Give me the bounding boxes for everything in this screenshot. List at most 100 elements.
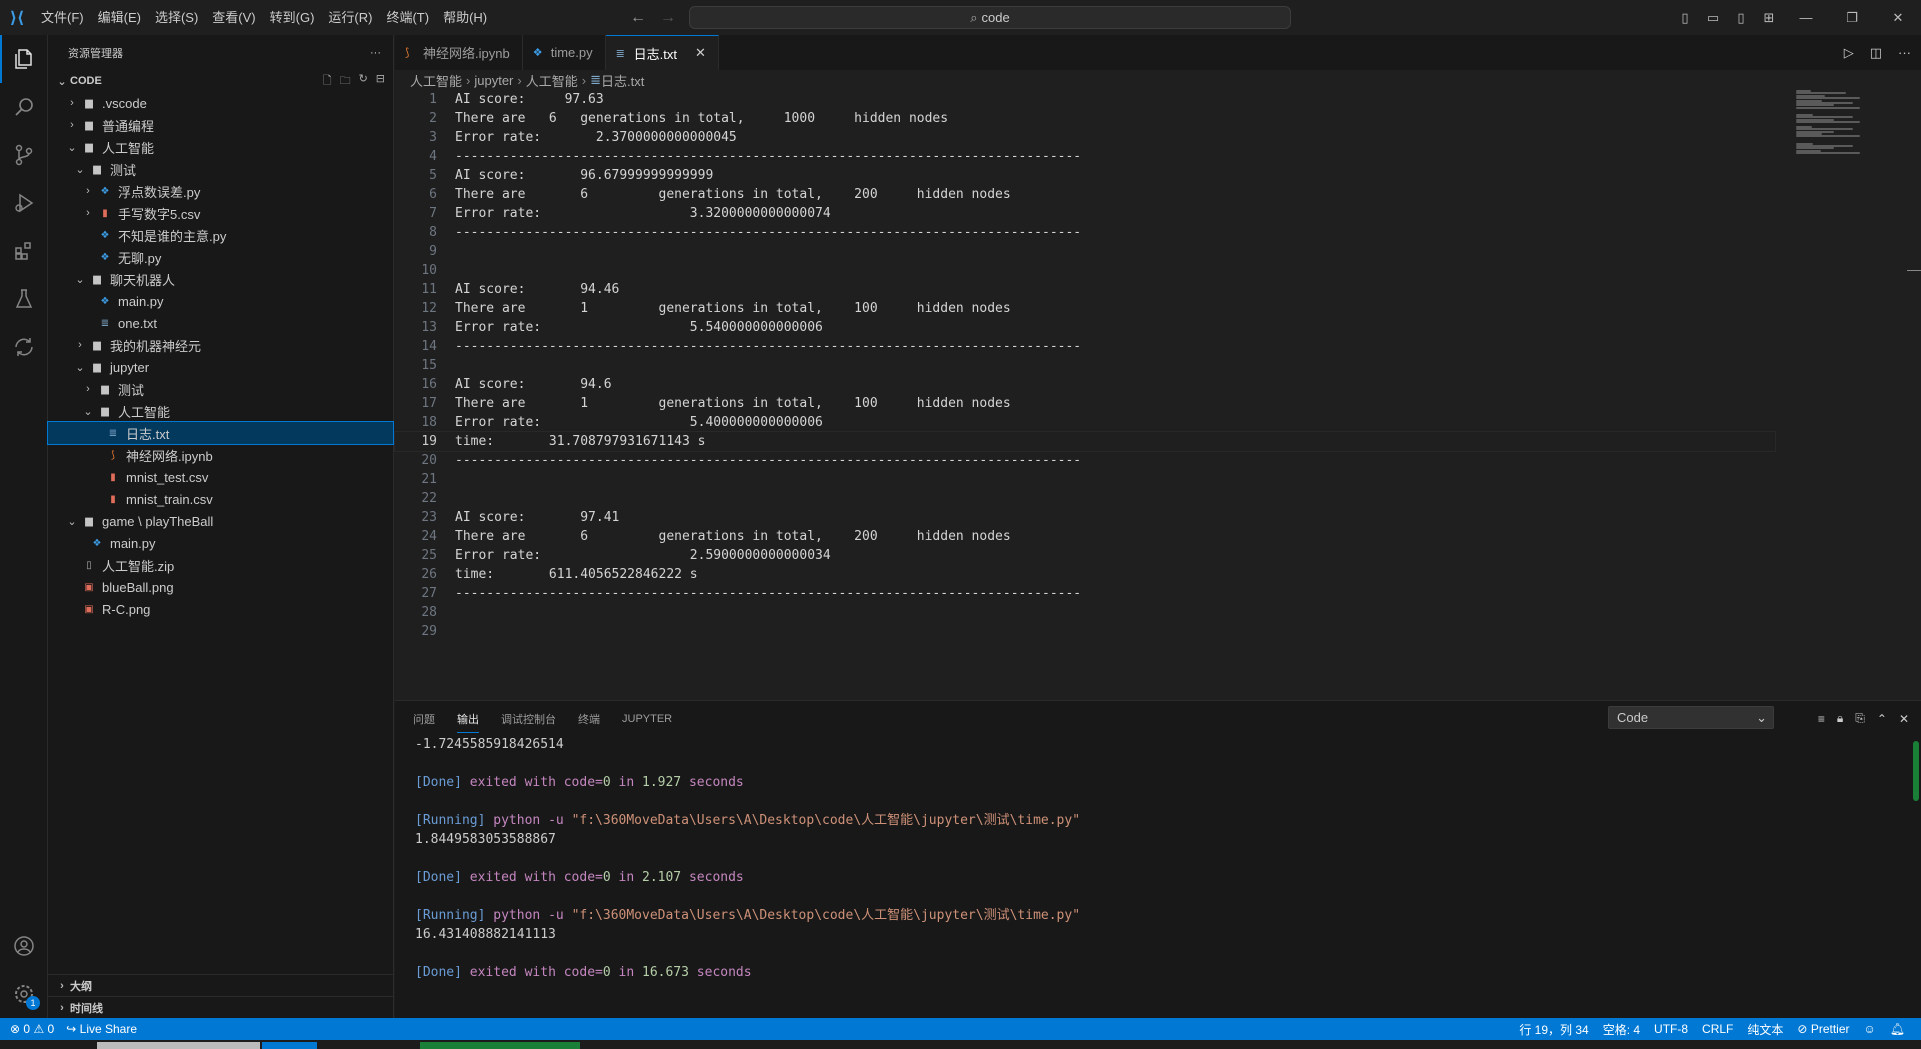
tree-item[interactable]: ⌄ ▆ 测试	[48, 158, 393, 180]
code-line[interactable]: 14 --------------------------------------…	[395, 337, 1775, 356]
code-line[interactable]: 4 ---------------------------------------…	[395, 147, 1775, 166]
code-line[interactable]: 18 Error rate: 5.400000000000006	[395, 413, 1775, 432]
tab-txt[interactable]: ≣ 日志.txt ✕	[605, 35, 719, 70]
tree-item[interactable]: › ❖ 浮点数误差.py	[48, 180, 393, 202]
taskbar-item[interactable]	[97, 1042, 260, 1049]
extensions-icon[interactable]	[0, 227, 48, 275]
tree-item[interactable]: ▯ 人工智能.zip	[48, 554, 393, 576]
menu-item[interactable]: 终端(T)	[379, 0, 436, 35]
tree-item[interactable]: ⌄ ▆ 人工智能	[48, 400, 393, 422]
code-line[interactable]: 13 Error rate: 5.540000000000006	[395, 318, 1775, 337]
tree-item[interactable]: ❖ 无聊.py	[48, 246, 393, 268]
menu-item[interactable]: 查看(V)	[205, 0, 262, 35]
maximize-panel-icon[interactable]: ⌃	[1877, 712, 1887, 726]
code-line[interactable]: 17 There are 1 generations in total, 100 …	[395, 394, 1775, 413]
code-line[interactable]: 26 time: 611.4056522846222 s	[395, 565, 1775, 584]
tree-item[interactable]: ▮ mnist_test.csv	[48, 466, 393, 488]
refresh-icon[interactable]: ↻	[359, 72, 368, 91]
run-debug-icon[interactable]	[0, 179, 48, 227]
account-icon[interactable]	[0, 922, 48, 970]
close-icon[interactable]: ✕	[695, 45, 706, 61]
output-view[interactable]: -1.7245585918426514 [Done] exited with co…	[415, 735, 1080, 982]
code-line[interactable]: 9	[395, 242, 1775, 261]
timeline-section-header[interactable]: › 时间线	[48, 996, 394, 1018]
code-line[interactable]: 25 Error rate: 2.5900000000000034	[395, 546, 1775, 565]
explorer-icon[interactable]	[0, 35, 48, 83]
tree-item[interactable]: ⌄ ▆ 聊天机器人	[48, 268, 393, 290]
menu-item[interactable]: 编辑(E)	[91, 0, 148, 35]
code-line[interactable]: 24 There are 6 generations in total, 200 …	[395, 527, 1775, 546]
lock-scroll-icon[interactable]: 🔒︎	[1837, 711, 1843, 726]
more-actions-icon[interactable]: ···	[1898, 45, 1911, 60]
more-actions-icon[interactable]: ···	[370, 47, 381, 59]
code-line[interactable]: 22	[395, 489, 1775, 508]
tree-item[interactable]: › ▮ 手写数字5.csv	[48, 202, 393, 224]
breadcrumb-item[interactable]: 日志.txt	[601, 71, 644, 90]
tree-item[interactable]: ⌄ ▆ jupyter	[48, 356, 393, 378]
manage-gear-icon[interactable]: 1	[0, 970, 48, 1018]
end-of-line[interactable]: CRLF	[1702, 1022, 1733, 1036]
code-line[interactable]: 2 There are 6 generations in total, 1000 …	[395, 109, 1775, 128]
code-line[interactable]: 19 time: 31.708797931671143 s	[394, 431, 1776, 452]
tree-item[interactable]: ≣ one.txt	[48, 312, 393, 334]
breadcrumb-item[interactable]: jupyter	[474, 73, 513, 88]
menu-item[interactable]: 转到(G)	[263, 0, 322, 35]
code-line[interactable]: 20 --------------------------------------…	[395, 451, 1775, 470]
new-file-icon[interactable]: 🗋	[323, 72, 332, 91]
encoding[interactable]: UTF-8	[1654, 1022, 1688, 1036]
restore-button[interactable]: ❐	[1829, 10, 1875, 26]
clear-output-icon[interactable]: ≡	[1818, 712, 1825, 726]
testing-flask-icon[interactable]	[0, 275, 48, 323]
notifications-bell-icon[interactable]: 🔔︎	[1890, 1022, 1905, 1036]
code-line[interactable]: 6 There are 6 generations in total, 200 h…	[395, 185, 1775, 204]
toggle-sidebar-icon[interactable]: ▯	[1671, 10, 1699, 26]
code-line[interactable]: 16 AI score: 94.6	[395, 375, 1775, 394]
tree-item[interactable]: ⌄ ▆ 人工智能	[48, 136, 393, 158]
outline-section-header[interactable]: › 大纲	[48, 974, 394, 996]
close-panel-icon[interactable]: ✕	[1899, 712, 1909, 726]
feedback-icon[interactable]: ☺	[1864, 1022, 1876, 1036]
breadcrumb-item[interactable]: 人工智能	[526, 71, 578, 90]
taskbar-item[interactable]	[420, 1042, 580, 1049]
code-view[interactable]: 1 AI score: 97.63 2 There are 6 generations…	[394, 90, 1776, 641]
minimap[interactable]	[1796, 90, 1876, 160]
minimize-button[interactable]: —	[1783, 10, 1829, 25]
remote-explorer-icon[interactable]	[0, 323, 48, 371]
code-line[interactable]: 11 AI score: 94.46	[395, 280, 1775, 299]
code-line[interactable]: 27 --------------------------------------…	[395, 584, 1775, 603]
new-folder-icon[interactable]: 🗀	[340, 72, 351, 91]
output-channel-select[interactable]: Code ⌄	[1608, 706, 1774, 729]
menu-item[interactable]: 帮助(H)	[436, 0, 494, 35]
menu-item[interactable]: 文件(F)	[34, 0, 91, 35]
customize-layout-icon[interactable]: ⊞	[1755, 10, 1783, 26]
tree-item[interactable]: ▣ R-C.png	[48, 598, 393, 620]
split-editor-icon[interactable]: ◫	[1870, 45, 1882, 61]
tree-item[interactable]: ❖ 不知是谁的主意.py	[48, 224, 393, 246]
tree-item[interactable]: › ▆ .vscode	[48, 92, 393, 114]
code-line[interactable]: 12 There are 1 generations in total, 100 …	[395, 299, 1775, 318]
panel-tab[interactable]: 调试控制台	[501, 711, 556, 727]
code-line[interactable]: 7 Error rate: 3.3200000000000074	[395, 204, 1775, 223]
code-line[interactable]: 28	[395, 603, 1775, 622]
tab-ipynb[interactable]: ⟆ 神经网络.ipynb	[395, 35, 523, 70]
menu-item[interactable]: 运行(R)	[321, 0, 379, 35]
tree-item[interactable]: › ▆ 普通编程	[48, 114, 393, 136]
tree-item[interactable]: ▮ mnist_train.csv	[48, 488, 393, 510]
forward-arrow-icon[interactable]: →	[660, 9, 676, 27]
tree-item[interactable]: › ▆ 我的机器神经元	[48, 334, 393, 356]
tree-item[interactable]: ❖ main.py	[48, 290, 393, 312]
tree-item[interactable]: ≣ 日志.txt	[47, 421, 394, 445]
close-window-button[interactable]: ✕	[1875, 10, 1921, 26]
search-sidebar-icon[interactable]	[0, 83, 48, 131]
code-line[interactable]: 1 AI score: 97.63	[395, 90, 1775, 109]
cursor-position[interactable]: 行 19，列 34	[1519, 1021, 1588, 1038]
run-icon[interactable]: ▷	[1844, 45, 1854, 61]
panel-tab[interactable]: 终端	[578, 711, 600, 727]
live-share-status[interactable]: ↪ Live Share	[66, 1022, 137, 1036]
toggle-panel-icon[interactable]: ▭	[1699, 10, 1727, 26]
breadcrumb-item[interactable]: 人工智能	[410, 71, 462, 90]
tab-py[interactable]: ❖ time.py	[523, 35, 606, 70]
code-line[interactable]: 29	[395, 622, 1775, 641]
language-mode[interactable]: 纯文本	[1747, 1021, 1783, 1038]
panel-tab[interactable]: 输出	[457, 711, 479, 733]
